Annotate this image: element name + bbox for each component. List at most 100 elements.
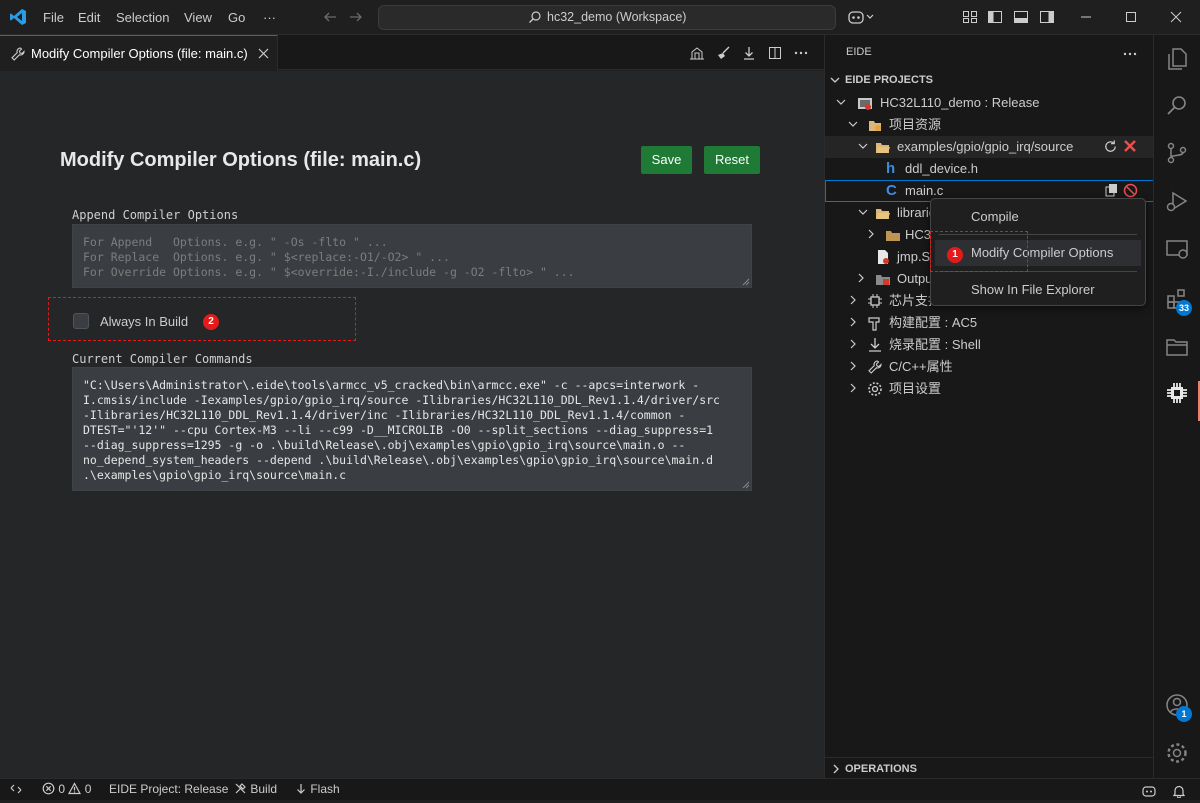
annotation-box-2 — [48, 297, 356, 341]
resize-grip-icon[interactable] — [742, 481, 750, 489]
chevron-right-icon — [850, 295, 856, 305]
toggle-primary-sidebar-icon[interactable] — [987, 9, 1003, 25]
tab-bar: Modify Compiler Options (file: main.c) — [0, 35, 824, 70]
remote-explorer-icon[interactable] — [1165, 237, 1189, 261]
section-operations[interactable]: OPERATIONS — [825, 757, 1154, 779]
extensions-badge: 33 — [1176, 300, 1192, 316]
split-editor-icon[interactable] — [767, 45, 783, 61]
sidebar-more-icon[interactable] — [1123, 52, 1137, 56]
problems-indicator[interactable]: 0 0 — [42, 779, 91, 800]
section-title: OPERATIONS — [845, 763, 917, 775]
exclude-file-icon[interactable] — [1123, 183, 1138, 198]
minimize-icon[interactable] — [1078, 9, 1094, 25]
sidebar-title: EIDE — [846, 46, 872, 58]
chevron-down-icon — [848, 121, 858, 127]
flash-status-button[interactable]: Flash — [295, 779, 340, 800]
customize-layout-icon[interactable] — [962, 9, 978, 25]
annotation-badge-2: 2 — [203, 314, 219, 330]
chevron-right-icon — [868, 229, 874, 239]
resources-icon — [869, 121, 881, 131]
wrench-icon — [868, 360, 882, 374]
title-bar: File Edit Selection View Go ··· hc32_dem… — [0, 0, 1200, 35]
forward-arrow-icon[interactable] — [348, 9, 364, 25]
search-icon[interactable] — [1165, 93, 1189, 117]
c-file-icon: C — [886, 182, 897, 199]
arrow-down-icon — [297, 784, 305, 794]
tree-item-project[interactable]: HC32L110_demo : Release — [825, 92, 1154, 114]
toggle-panel-icon[interactable] — [1013, 9, 1029, 25]
search-icon — [528, 11, 541, 23]
eide-chip-icon[interactable] — [1165, 381, 1189, 405]
menu-selection[interactable]: Selection — [116, 0, 169, 35]
tree-item-flash-config[interactable]: 烧录配置 : Shell — [825, 334, 1154, 356]
download-flash-icon[interactable] — [741, 45, 757, 61]
copy-options-icon[interactable] — [1105, 183, 1119, 197]
chevron-right-icon — [858, 273, 864, 283]
clean-broom-icon[interactable] — [715, 45, 731, 61]
menu-item-compile[interactable]: Compile — [935, 204, 1141, 230]
close-tab-icon[interactable] — [257, 47, 270, 60]
source-control-icon[interactable] — [1165, 141, 1189, 165]
compiler-commands-textarea[interactable]: "C:\Users\Administrator\.eide\tools\armc… — [72, 367, 752, 491]
remote-indicator-icon[interactable] — [10, 779, 22, 800]
menu-go[interactable]: Go — [228, 0, 245, 35]
error-icon — [42, 782, 55, 795]
remove-folder-icon[interactable] — [1123, 139, 1137, 153]
copilot-icon[interactable] — [848, 9, 874, 25]
folder-icon[interactable] — [1165, 335, 1189, 359]
save-button[interactable]: Save — [641, 146, 692, 174]
menu-item-show-in-explorer[interactable]: Show In File Explorer — [935, 277, 1141, 303]
gear-icon — [868, 382, 882, 396]
chevron-right-icon — [833, 764, 839, 774]
command-line: I.cmsis/include -Iexamples/gpio/gpio_irq… — [83, 393, 720, 407]
chevron-down-icon — [858, 209, 868, 215]
tree-item-cpp-properties[interactable]: C/C++属性 — [825, 356, 1154, 378]
always-in-build-checkbox[interactable] — [73, 313, 89, 329]
page-title: Modify Compiler Options (file: main.c) — [60, 149, 422, 171]
tools-icon — [235, 783, 246, 794]
vscode-logo-icon[interactable] — [9, 8, 27, 26]
warning-icon — [68, 782, 82, 795]
tree-item-build-config[interactable]: 构建配置 : AC5 — [825, 312, 1154, 334]
build-status-button[interactable]: Build — [234, 779, 277, 800]
build-icon[interactable] — [689, 45, 705, 61]
resize-grip-icon[interactable] — [742, 278, 750, 286]
flash-config-label: 烧录配置 : Shell — [889, 337, 981, 352]
cpp-properties-label: C/C++属性 — [889, 359, 953, 374]
current-commands-label: Current Compiler Commands — [72, 352, 253, 366]
run-debug-icon[interactable] — [1165, 189, 1189, 213]
toggle-secondary-sidebar-icon[interactable] — [1039, 9, 1055, 25]
explorer-icon[interactable] — [1165, 47, 1189, 71]
eide-sidebar: EIDE EIDE PROJECTS HC32L110_demo : Relea… — [824, 35, 1154, 779]
refresh-icon[interactable] — [1103, 139, 1118, 154]
source-folder-label: examples/gpio/gpio_irq/source — [897, 139, 1074, 154]
accounts-badge: 1 — [1176, 706, 1192, 722]
resources-label: 项目资源 — [889, 117, 942, 132]
command-center-text: hc32_demo (Workspace) — [547, 10, 687, 24]
close-window-icon[interactable] — [1168, 9, 1184, 25]
build-label: Build — [250, 782, 278, 796]
tab-modify-compiler-options[interactable]: Modify Compiler Options (file: main.c) — [0, 35, 278, 70]
tree-item-project-settings[interactable]: 项目设置 — [825, 378, 1154, 400]
download-icon — [869, 338, 881, 352]
tree-item-ddl-device-h[interactable]: h ddl_device.h — [825, 158, 1154, 180]
eide-project-status[interactable]: EIDE Project: Release — [109, 779, 228, 800]
tree-item-resources[interactable]: 项目资源 — [825, 114, 1154, 136]
back-arrow-icon[interactable] — [322, 9, 338, 25]
always-in-build-label: Always In Build — [100, 314, 189, 329]
menu-more[interactable]: ··· — [263, 0, 276, 35]
more-actions-icon[interactable] — [793, 45, 809, 61]
menu-file[interactable]: File — [43, 0, 64, 35]
maximize-icon[interactable] — [1123, 9, 1139, 25]
menu-view[interactable]: View — [184, 0, 212, 35]
folder-icon — [886, 231, 900, 241]
reset-button[interactable]: Reset — [704, 146, 760, 174]
menu-edit[interactable]: Edit — [78, 0, 100, 35]
command-center[interactable]: hc32_demo (Workspace) — [378, 5, 836, 30]
section-eide-projects[interactable]: EIDE PROJECTS — [825, 69, 1154, 91]
chevron-right-icon — [850, 361, 856, 371]
chevron-right-icon — [850, 317, 856, 327]
manage-gear-icon[interactable] — [1165, 741, 1189, 765]
tree-item-source-folder[interactable]: examples/gpio/gpio_irq/source — [825, 136, 1154, 158]
append-options-textarea[interactable]: For Append Options. e.g. " -Os -flto " .… — [72, 224, 752, 288]
